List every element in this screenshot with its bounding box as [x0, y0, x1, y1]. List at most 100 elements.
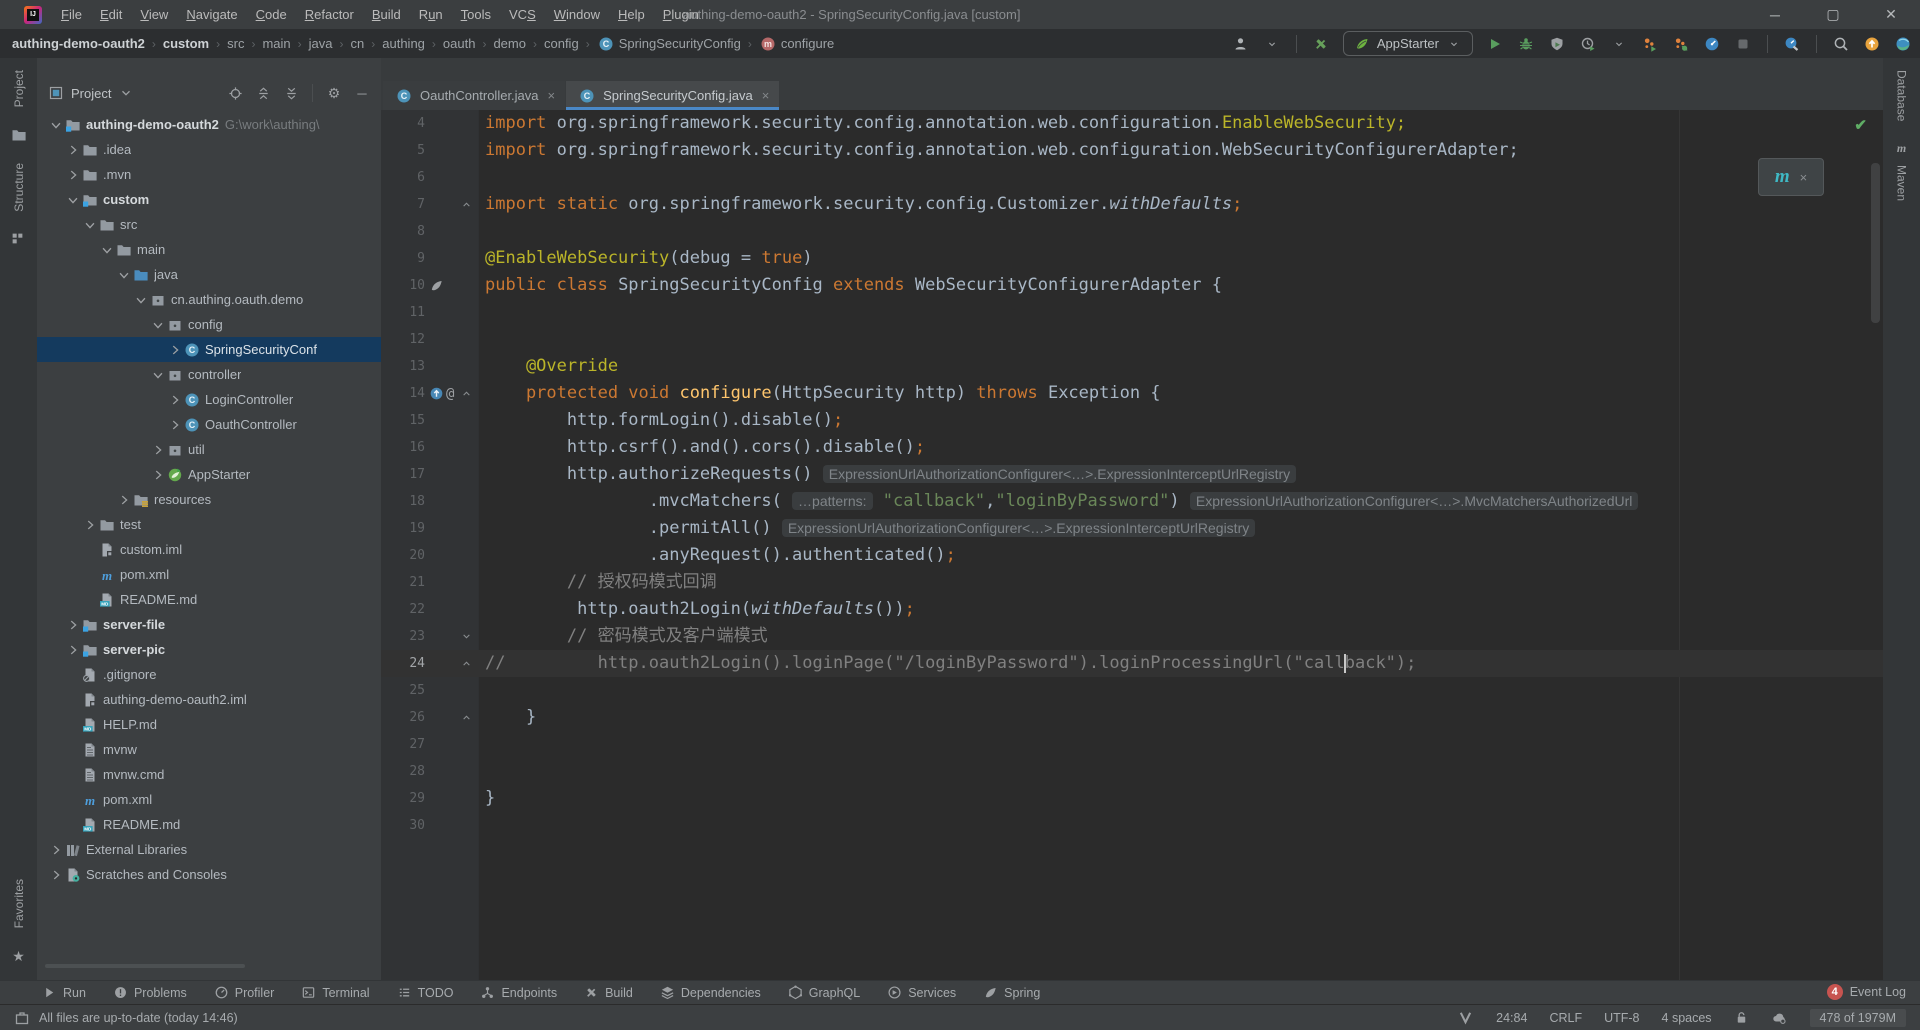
menu-help[interactable]: Help — [609, 7, 654, 22]
code-line-13[interactable]: 13 @Override — [381, 353, 1883, 380]
breadcrumb-main[interactable]: main — [262, 36, 290, 51]
maximize-button[interactable]: ▢ — [1804, 0, 1862, 29]
async-debug-button-icon[interactable] — [1672, 35, 1690, 53]
code-line-12[interactable]: 12 — [381, 326, 1883, 353]
menu-edit[interactable]: Edit — [91, 7, 131, 22]
code-line-7[interactable]: 7import static org.springframework.secur… — [381, 191, 1883, 218]
tool-stripe-database[interactable]: Database — [1895, 70, 1909, 121]
tree-item-.idea[interactable]: .idea — [37, 137, 381, 162]
tree-item-LoginController[interactable]: CLoginController — [37, 387, 381, 412]
tab-OauthController.java[interactable]: COauthController.java× — [383, 81, 565, 110]
code-line-18[interactable]: 18 .mvcMatchers( …patterns: "callback","… — [381, 488, 1883, 515]
tree-item-config[interactable]: config — [37, 312, 381, 337]
status-widget-24:84[interactable]: 24:84 — [1496, 1011, 1527, 1025]
breadcrumb-cn[interactable]: cn — [351, 36, 365, 51]
code-line-28[interactable]: 28 — [381, 758, 1883, 785]
gear-button-icon[interactable]: ⚙ — [325, 84, 343, 102]
tree-item-.gitignore[interactable]: .gitignore — [37, 662, 381, 687]
debug-button-icon[interactable] — [1517, 35, 1535, 53]
tree-item-authing-demo-oauth2.iml[interactable]: authing-demo-oauth2.iml — [37, 687, 381, 712]
breadcrumb-authing-demo-oauth2[interactable]: authing-demo-oauth2 — [12, 36, 145, 51]
chevron-down-icon[interactable] — [98, 242, 115, 258]
code-line-15[interactable]: 15 http.formLogin().disable(); — [381, 407, 1883, 434]
hammer-button-icon[interactable] — [1312, 35, 1330, 53]
toolbox-icon[interactable] — [14, 1010, 30, 1026]
chevron-right-icon[interactable] — [166, 392, 183, 408]
search-button-icon[interactable] — [1832, 35, 1850, 53]
code-line-4[interactable]: 4import org.springframework.security.con… — [381, 110, 1883, 137]
tree-item-src[interactable]: src — [37, 212, 381, 237]
run-configuration-selector[interactable]: AppStarter — [1343, 31, 1473, 56]
users-button-icon[interactable] — [1232, 35, 1250, 53]
chevron-down-icon[interactable] — [81, 217, 98, 233]
tree-item-Scratches and Consoles[interactable]: Scratches and Consoles — [37, 862, 381, 887]
tool-window-button-terminal[interactable]: Terminal — [301, 985, 369, 1000]
menu-code[interactable]: Code — [247, 7, 296, 22]
tab-close-icon[interactable]: × — [548, 88, 556, 103]
code-line-11[interactable]: 11 — [381, 299, 1883, 326]
code-line-19[interactable]: 19 .permitAll() ExpressionUrlAuthorizati… — [381, 515, 1883, 542]
code-line-10[interactable]: 10public class SpringSecurityConfig exte… — [381, 272, 1883, 299]
chevron-right-icon[interactable] — [64, 617, 81, 633]
code-line-29[interactable]: 29} — [381, 785, 1883, 812]
dropdown-button-icon[interactable] — [1610, 35, 1628, 53]
code-line-27[interactable]: 27 — [381, 731, 1883, 758]
tool-window-button-graphql[interactable]: GraphQL — [788, 985, 860, 1000]
chevron-right-icon[interactable] — [166, 342, 183, 358]
chevron-down-icon[interactable] — [47, 117, 64, 133]
async-run-button-icon[interactable] — [1641, 35, 1659, 53]
chevron-right-icon[interactable] — [64, 642, 81, 658]
tree-item-mvnw.cmd[interactable]: mvnw.cmd — [37, 762, 381, 787]
status-widget-478-of-1979m[interactable]: 478 of 1979M — [1810, 1009, 1906, 1027]
chevron-down-icon[interactable] — [149, 317, 166, 333]
code-line-8[interactable]: 8 — [381, 218, 1883, 245]
tree-item-controller[interactable]: controller — [37, 362, 381, 387]
minimize-button[interactable]: ─ — [1746, 0, 1804, 29]
update-button-icon[interactable] — [1863, 35, 1881, 53]
status-widget-4-spaces[interactable]: 4 spaces — [1662, 1011, 1712, 1025]
tree-item-SpringSecurityConf[interactable]: CSpringSecurityConf — [37, 337, 381, 362]
fold-up-icon[interactable] — [460, 387, 473, 400]
code-line-6[interactable]: 6 — [381, 164, 1883, 191]
tool-window-button-problems[interactable]: Problems — [113, 985, 187, 1000]
chevron-right-icon[interactable] — [64, 167, 81, 183]
tool-window-button-spring[interactable]: Spring — [983, 985, 1040, 1000]
favorites-star-icon[interactable]: ★ — [11, 948, 27, 964]
menu-build[interactable]: Build — [363, 7, 410, 22]
breadcrumb-java[interactable]: java — [309, 36, 333, 51]
structure-blocks-icon[interactable] — [11, 232, 27, 248]
code-line-24[interactable]: 24// http.oauth2Login().loginPage("/logi… — [381, 650, 1883, 677]
tree-item-HELP.md[interactable]: MDHELP.md — [37, 712, 381, 737]
tree-item-pom.xml[interactable]: mpom.xml — [37, 787, 381, 812]
code-line-5[interactable]: 5import org.springframework.security.con… — [381, 137, 1883, 164]
tool-stripe-favorites[interactable]: Favorites — [12, 879, 26, 928]
tool-stripe-maven[interactable]: Maven — [1895, 165, 1909, 201]
menu-tools[interactable]: Tools — [452, 7, 500, 22]
breadcrumb-config[interactable]: config — [544, 36, 579, 51]
vertical-scrollbar[interactable] — [1871, 163, 1880, 323]
breadcrumb-src[interactable]: src — [227, 36, 244, 51]
tree-item-server-pic[interactable]: server-pic — [37, 637, 381, 662]
chevron-down-icon[interactable] — [115, 267, 132, 283]
chevron-right-icon[interactable] — [47, 842, 64, 858]
chevron-right-icon[interactable] — [149, 442, 166, 458]
breadcrumb-SpringSecurityConfig[interactable]: CSpringSecurityConfig — [597, 35, 741, 53]
chevron-right-icon[interactable] — [149, 467, 166, 483]
tree-item-README.md[interactable]: MDREADME.md — [37, 812, 381, 837]
chevron-right-icon[interactable] — [166, 417, 183, 433]
chevron-down-icon[interactable] — [149, 367, 166, 383]
status-widget-crlf[interactable]: CRLF — [1549, 1011, 1582, 1025]
code-line-17[interactable]: 17 http.authorizeRequests() ExpressionUr… — [381, 461, 1883, 488]
tree-item-util[interactable]: util — [37, 437, 381, 462]
tree-item-main[interactable]: main — [37, 237, 381, 262]
at-icon[interactable]: @ — [446, 380, 454, 408]
widget-close-icon[interactable]: × — [1800, 170, 1808, 185]
chevron-down-icon[interactable] — [64, 192, 81, 208]
tree-item-cn.authing.oauth.demo[interactable]: cn.authing.oauth.demo — [37, 287, 381, 312]
dropdown-button-icon[interactable] — [1263, 35, 1281, 53]
tree-item-AppStarter[interactable]: AppStarter — [37, 462, 381, 487]
menu-window[interactable]: Window — [545, 7, 609, 22]
chevron-down-icon[interactable] — [132, 292, 149, 308]
breadcrumb-custom[interactable]: custom — [163, 36, 209, 51]
code-line-9[interactable]: 9@EnableWebSecurity(debug = true) — [381, 245, 1883, 272]
